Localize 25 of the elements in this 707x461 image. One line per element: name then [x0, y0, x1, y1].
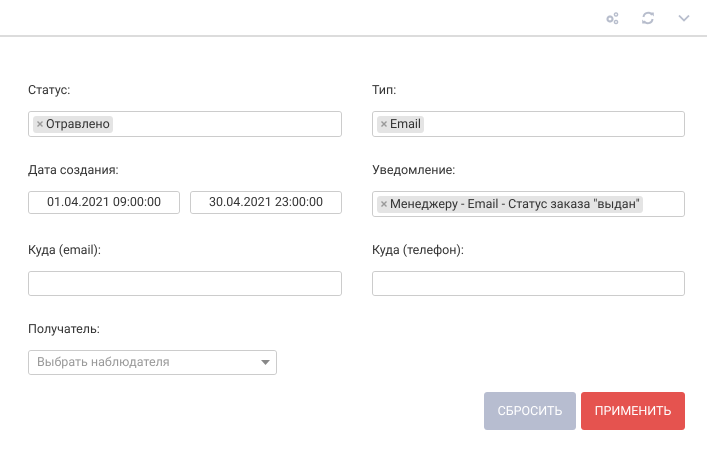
date-field[interactable]: 30.04.2021 23:00:00 [190, 191, 342, 214]
remove-tag-icon[interactable] [381, 121, 387, 127]
field-label: Получатель: [28, 322, 100, 338]
field-label: Статус: [28, 83, 70, 99]
apply-button[interactable]: ПРИМЕНИТЬ [581, 392, 685, 430]
input-field[interactable] [28, 271, 342, 296]
refresh-icon[interactable] [641, 10, 655, 24]
field-label: Дата создания: [28, 163, 119, 179]
dropdown-arrow-icon [261, 360, 270, 365]
placeholder-text: Выбрать наблюдателя [37, 355, 170, 370]
date-field[interactable]: 01.04.2021 09:00:00 [28, 191, 180, 214]
field-label: Куда (email): [28, 243, 101, 259]
settings-icon[interactable] [605, 10, 619, 24]
tag-input-field[interactable]: Email [372, 111, 685, 137]
remove-tag-icon[interactable] [381, 201, 387, 207]
tag-input-field[interactable]: Отравлено [28, 111, 342, 137]
field-label: Тип: [372, 83, 396, 99]
tag-text: Отравлено [46, 116, 110, 132]
remove-tag-icon[interactable] [37, 121, 43, 127]
tag-input-field[interactable]: Менеджеру - Email - Статус заказа "выдан" [372, 191, 685, 217]
tag-text: Email [390, 116, 421, 132]
tag-text: Менеджеру - Email - Статус заказа "выдан" [390, 196, 640, 212]
input-field[interactable] [372, 271, 685, 296]
field-label: Куда (телефон): [372, 243, 464, 259]
field-label: Уведомление: [372, 163, 456, 179]
